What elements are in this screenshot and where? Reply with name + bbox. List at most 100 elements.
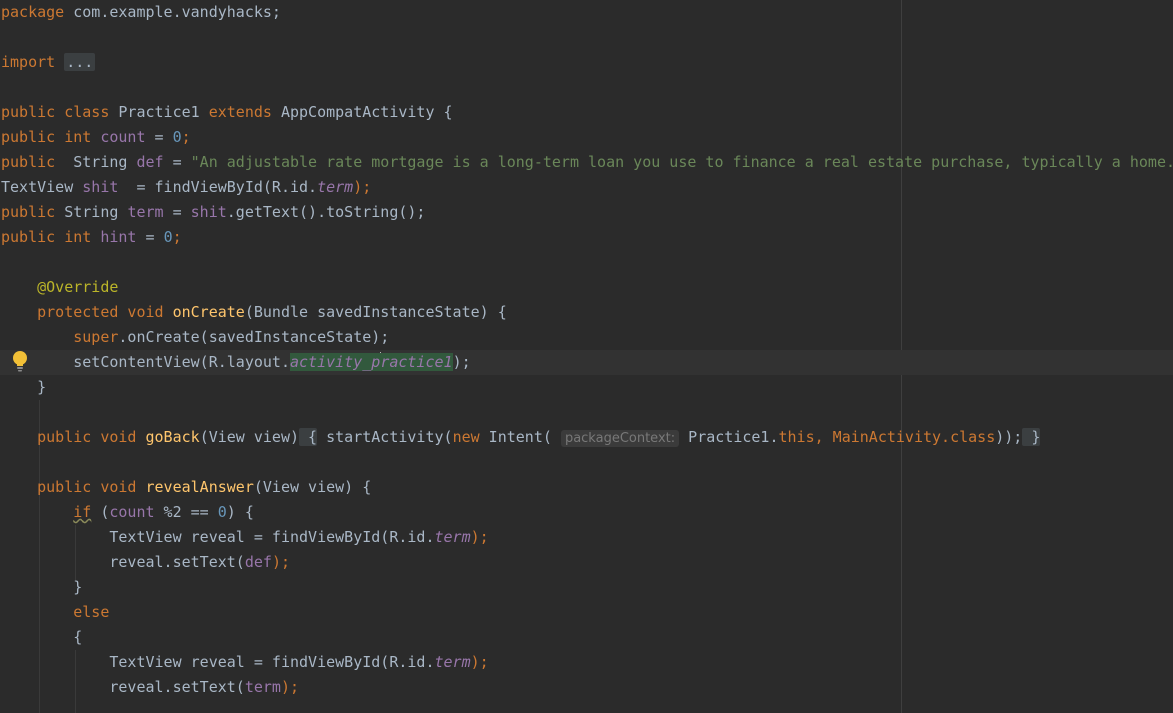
code-text: Practice1. <box>679 428 779 446</box>
type-name: TextView <box>1 178 83 196</box>
code-line[interactable]: super.onCreate(savedInstanceState); <box>0 325 1173 350</box>
code-text: = findViewById(R.id. <box>118 178 318 196</box>
keyword: public int <box>1 128 92 146</box>
type-name: String <box>55 203 128 221</box>
code-text: reveal.setText( <box>109 553 245 571</box>
code-text: ); <box>353 178 372 196</box>
code-text: com.example.vandyhacks; <box>64 3 281 21</box>
keyword: extends <box>208 103 272 121</box>
code-text: startActivity( <box>317 428 453 446</box>
code-text: .getText().toString(); <box>226 203 426 221</box>
static-field: term <box>434 653 471 671</box>
method-name: onCreate <box>163 303 245 321</box>
folded-brace[interactable]: { <box>299 428 318 446</box>
semicolon: ; <box>172 228 182 246</box>
operator: = <box>163 203 191 221</box>
keyword: public void <box>37 428 137 446</box>
type-name: String <box>55 153 137 171</box>
keyword: public <box>1 153 56 171</box>
code-line[interactable]: TextView reveal = findViewById(R.id.term… <box>0 525 1173 550</box>
code-line[interactable]: public void goBack(View view) { startAct… <box>0 425 1173 450</box>
field-name: shit <box>190 203 227 221</box>
field-name: term <box>127 203 164 221</box>
parameter-hint: packageContext: <box>560 430 680 447</box>
code-text: (Bundle savedInstanceState) { <box>244 303 507 321</box>
class-name: Practice1 <box>109 103 209 121</box>
code-text: ); <box>271 553 290 571</box>
field-name: term <box>244 678 281 696</box>
field-name: shit <box>82 178 119 196</box>
code-text: AppCompatActivity { <box>271 103 453 121</box>
code-text: ); <box>452 353 471 371</box>
code-line[interactable]: } <box>0 375 1173 400</box>
semicolon: ; <box>181 128 191 146</box>
code-line[interactable]: else <box>0 600 1173 625</box>
field-name: count <box>109 503 155 521</box>
code-text: TextView reveal = findViewById(R.id. <box>109 528 435 546</box>
method-name: revealAnswer <box>136 478 254 496</box>
keyword: this <box>778 428 815 446</box>
folded-imports[interactable]: ... <box>64 53 96 71</box>
method-name: goBack <box>136 428 200 446</box>
code-line[interactable]: } <box>0 575 1173 600</box>
code-text: TextView reveal = findViewById(R.id. <box>109 653 435 671</box>
brace: } <box>37 378 47 396</box>
code-line[interactable]: @Override <box>0 275 1173 300</box>
code-text: (View view) { <box>253 478 372 496</box>
keyword: else <box>73 603 110 621</box>
field-name: def <box>136 153 164 171</box>
code-line[interactable]: public int count = 0; <box>0 125 1173 150</box>
keyword: package <box>1 3 65 21</box>
code-line[interactable]: public String def = "An adjustable rate … <box>0 150 1173 175</box>
code-text: )); <box>995 428 1023 446</box>
keyword: if <box>73 503 92 521</box>
code-text: reveal.setText( <box>109 678 245 696</box>
code-text: %2 == <box>154 503 218 521</box>
code-line[interactable]: import ... <box>0 50 1173 75</box>
brace: } <box>73 578 83 596</box>
keyword: public <box>1 203 56 221</box>
highlighted-field: activity_p <box>290 353 381 371</box>
string-literal: "An adjustable rate mortgage is a long-t… <box>190 153 1173 171</box>
code-line[interactable]: if (count %2 == 0) { <box>0 500 1173 525</box>
static-field: term <box>434 528 471 546</box>
code-line[interactable]: public class Practice1 extends AppCompat… <box>0 100 1173 125</box>
code-text: setContentView(R.layout. <box>73 353 290 371</box>
code-line[interactable]: reveal.setText(term); <box>0 675 1173 700</box>
code-editor[interactable]: package com.example.vandyhacks; import .… <box>0 0 1173 713</box>
code-text: , MainActivity. <box>814 428 951 446</box>
code-text: Intent( <box>479 428 561 446</box>
static-field: term <box>317 178 354 196</box>
code-line[interactable]: public String term = shit.getText().toSt… <box>0 200 1173 225</box>
brace: { <box>73 628 83 646</box>
code-text: ( <box>91 503 110 521</box>
highlighted-field: ractice1 <box>380 353 453 371</box>
annotation: @Override <box>37 278 119 296</box>
field-name: count <box>91 128 146 146</box>
keyword: class <box>950 428 996 446</box>
number-literal: 0 <box>172 128 182 146</box>
code-text: ); <box>470 653 489 671</box>
code-text: (View view) <box>199 428 300 446</box>
folded-brace[interactable]: } <box>1022 428 1041 446</box>
code-line[interactable]: public int hint = 0; <box>0 225 1173 250</box>
code-line[interactable]: package com.example.vandyhacks; <box>0 0 1173 25</box>
keyword: protected void <box>37 303 164 321</box>
number-literal: 0 <box>217 503 227 521</box>
operator: = <box>136 228 164 246</box>
code-line[interactable]: public void revealAnswer(View view) { <box>0 475 1173 500</box>
code-text: ) { <box>226 503 254 521</box>
code-line[interactable]: reveal.setText(def); <box>0 550 1173 575</box>
code-line[interactable]: protected void onCreate(Bundle savedInst… <box>0 300 1173 325</box>
code-line[interactable]: { <box>0 625 1173 650</box>
keyword: public void <box>37 478 137 496</box>
keyword: import <box>1 53 56 71</box>
field-name: def <box>244 553 272 571</box>
code-line[interactable]: TextView reveal = findViewById(R.id.term… <box>0 650 1173 675</box>
lightbulb-icon[interactable] <box>11 350 29 372</box>
operator: = <box>145 128 173 146</box>
code-text: ); <box>280 678 300 696</box>
current-code-line[interactable]: setContentView(R.layout.activity_practic… <box>0 350 1173 375</box>
code-line[interactable]: TextView shit = findViewById(R.id.term); <box>0 175 1173 200</box>
keyword: new <box>452 428 480 446</box>
